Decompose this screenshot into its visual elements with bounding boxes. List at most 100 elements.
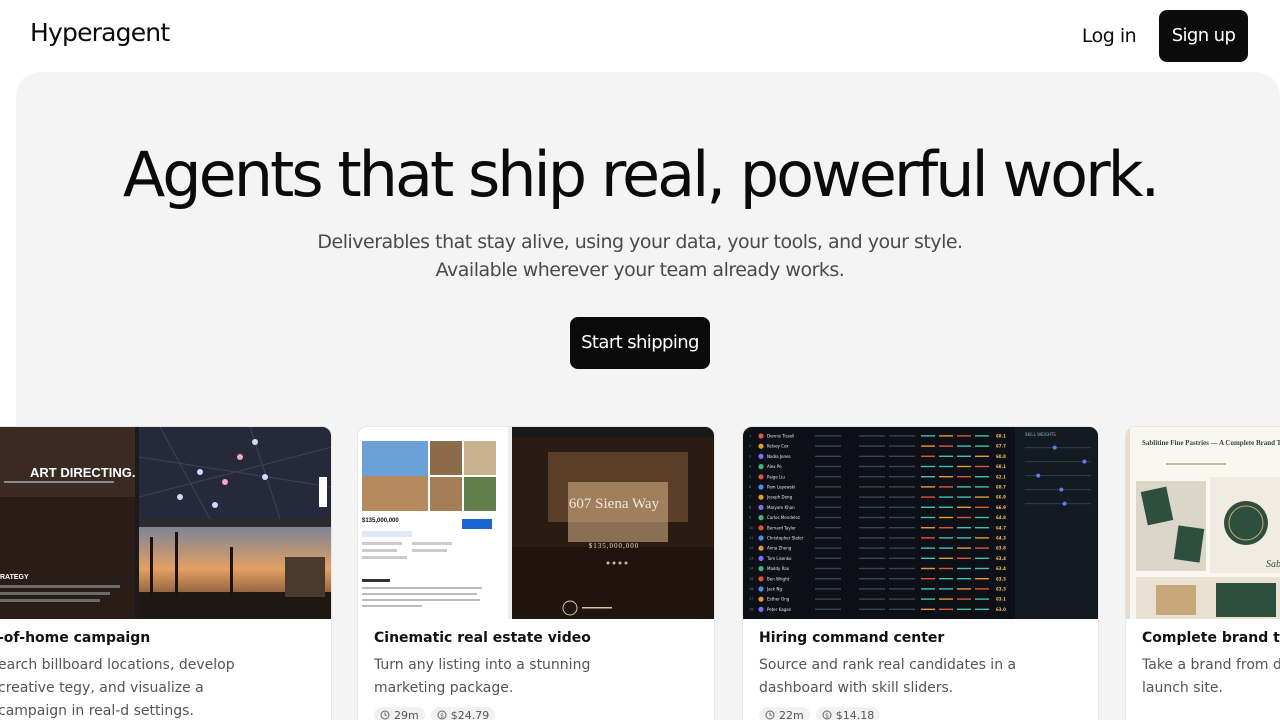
skill-bar <box>957 455 971 457</box>
skill-slider-knob <box>1059 487 1064 492</box>
hero-subtitle-line-1: Deliverables that stay alive, using your… <box>317 231 963 253</box>
candidate-rank: 3 <box>749 454 751 458</box>
candidate-detail <box>889 476 915 478</box>
skill-bar <box>939 527 953 529</box>
candidate-score: 63.8 <box>996 546 1006 551</box>
login-link[interactable]: Log in <box>1070 20 1148 52</box>
skill-bar <box>957 476 971 478</box>
candidate-detail <box>859 465 885 468</box>
candidate-name: Carlos Mendelez <box>767 515 800 520</box>
candidate-detail <box>889 537 915 539</box>
skill-slider-track <box>1025 489 1091 491</box>
candidate-score: 68.1 <box>996 434 1006 439</box>
candidate-detail <box>889 578 915 580</box>
skill-bar <box>921 608 935 610</box>
candidate-name: Alex Po <box>767 464 782 469</box>
skill-bar <box>939 608 953 610</box>
candidate-rank: 15 <box>749 577 753 581</box>
start-shipping-button[interactable]: Start shipping <box>570 317 710 369</box>
listing-price: $135,000,000 <box>362 518 399 524</box>
skill-slider-knob <box>1062 501 1067 506</box>
card-real-estate-video[interactable]: $135,000,000 607 Siena Way $135,000,000 <box>357 426 715 720</box>
skill-bar <box>975 527 989 529</box>
skill-bar <box>975 537 989 539</box>
candidate-name: Jack Ng <box>766 587 782 592</box>
candidate-avatar <box>758 555 764 561</box>
candidate-avatar <box>758 576 764 582</box>
top-nav: Hyperagent Log in Sign up <box>0 0 1280 72</box>
skill-bar <box>921 496 935 498</box>
candidate-detail <box>815 486 841 488</box>
candidate-detail <box>859 496 885 498</box>
skill-bar <box>921 547 935 549</box>
candidate-detail <box>889 516 915 519</box>
candidate-rank: 7 <box>749 495 751 499</box>
duration-badge: 29m <box>374 707 425 720</box>
skill-bar <box>921 598 935 600</box>
cost-value: $24.79 <box>450 708 490 720</box>
card-thumbnail: $135,000,000 607 Siena Way $135,000,000 <box>358 427 714 619</box>
candidate-detail <box>859 578 885 580</box>
candidate-detail <box>889 557 915 559</box>
candidate-detail <box>815 567 841 570</box>
skill-slider-track <box>1025 475 1091 477</box>
skill-bar <box>921 445 935 447</box>
candidate-avatar <box>758 494 764 500</box>
candidate-name: Kelsey Cox <box>767 444 789 449</box>
card-title: Hiring command center <box>759 630 945 646</box>
candidate-score: 68.1 <box>996 464 1006 469</box>
skill-bar <box>921 435 935 437</box>
skill-slider-knob <box>1052 445 1057 450</box>
candidate-avatar <box>758 474 764 480</box>
candidate-detail <box>815 516 841 519</box>
skill-slider-knob <box>1036 473 1041 478</box>
skill-bar <box>921 588 935 590</box>
candidate-detail <box>815 588 841 590</box>
candidate-rank: 13 <box>749 556 753 560</box>
candidate-score: 62.1 <box>996 474 1006 479</box>
skill-bar <box>939 445 953 447</box>
real-estate-thumbnail-image: $135,000,000 607 Siena Way $135,000,000 <box>358 427 714 619</box>
skill-bar <box>921 465 935 468</box>
candidate-detail <box>859 435 885 437</box>
card-hiring-command-center[interactable]: SKILL WEIGHTS 1 Dennis Tissell 68.1 2 Kelsey… <box>742 426 1099 720</box>
card-description: Turn any listing into a stunning marketi… <box>374 657 591 696</box>
candidate-name: Joseph Deng <box>766 495 793 500</box>
signup-button[interactable]: Sign up <box>1159 10 1248 62</box>
skill-bar <box>975 567 989 570</box>
candidate-name: Maddy Rao <box>767 566 790 571</box>
skill-bar <box>921 486 935 488</box>
candidate-detail <box>859 588 885 590</box>
candidate-score: 64.8 <box>996 515 1006 520</box>
card-brand-transformation[interactable]: Sablitine Fine Pastries — A Complete Bra… <box>1125 426 1280 720</box>
candidate-detail <box>859 476 885 478</box>
card-billboard-campaign[interactable]: ART DIRECTING. RATEGY -of-home campaign … <box>0 426 332 720</box>
skill-bar <box>939 567 953 570</box>
skill-bar <box>975 578 989 580</box>
skill-bar <box>975 557 989 559</box>
card-title: Complete brand tra <box>1142 630 1280 646</box>
hero-subtitle-line-2: Available wherever your team already wor… <box>435 259 845 281</box>
skill-bar <box>975 455 989 457</box>
card-meta: 22m $ $14.18 <box>759 707 881 720</box>
candidate-avatar <box>758 433 764 439</box>
candidate-detail <box>889 455 915 457</box>
candidate-detail <box>859 445 885 447</box>
candidate-rank: 1 <box>749 434 751 438</box>
candidate-detail <box>859 598 885 600</box>
candidate-avatar <box>758 443 764 449</box>
skill-bar <box>975 516 989 519</box>
candidate-rank: 11 <box>749 536 753 540</box>
skill-bar <box>939 486 953 488</box>
card-description: earch billboard locations, develop creat… <box>0 657 235 719</box>
candidate-avatar <box>758 515 764 521</box>
skill-bar <box>939 557 953 559</box>
skill-slider-track <box>1025 503 1091 505</box>
logo[interactable]: Hyperagent <box>30 18 170 47</box>
candidate-avatar <box>758 586 764 592</box>
card-title: -of-home campaign <box>0 630 151 646</box>
candidate-detail <box>815 445 841 447</box>
candidate-detail <box>859 547 885 549</box>
candidate-detail <box>889 588 915 590</box>
candidate-name: Christopher Slater <box>767 536 804 541</box>
